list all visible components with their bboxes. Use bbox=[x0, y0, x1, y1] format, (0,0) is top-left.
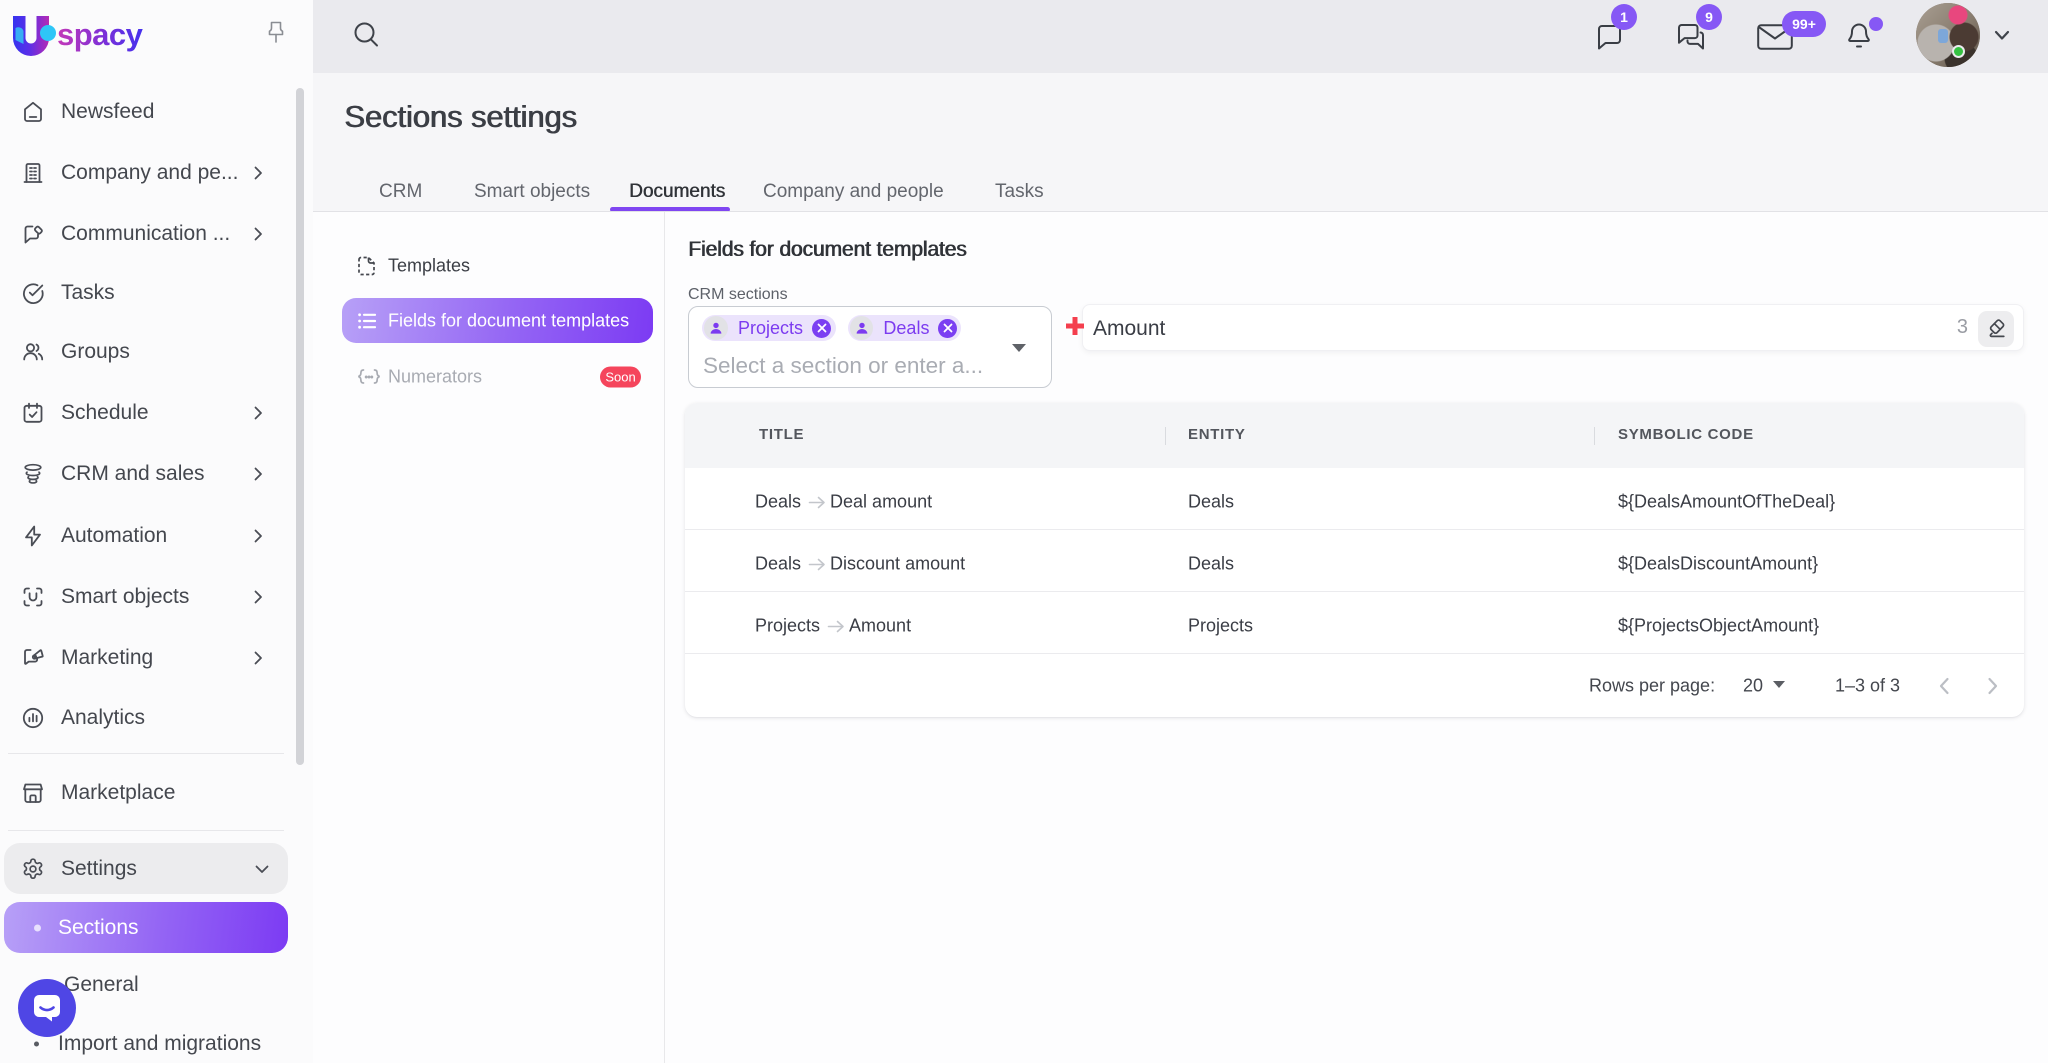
svg-text:spacy: spacy bbox=[57, 17, 144, 52]
